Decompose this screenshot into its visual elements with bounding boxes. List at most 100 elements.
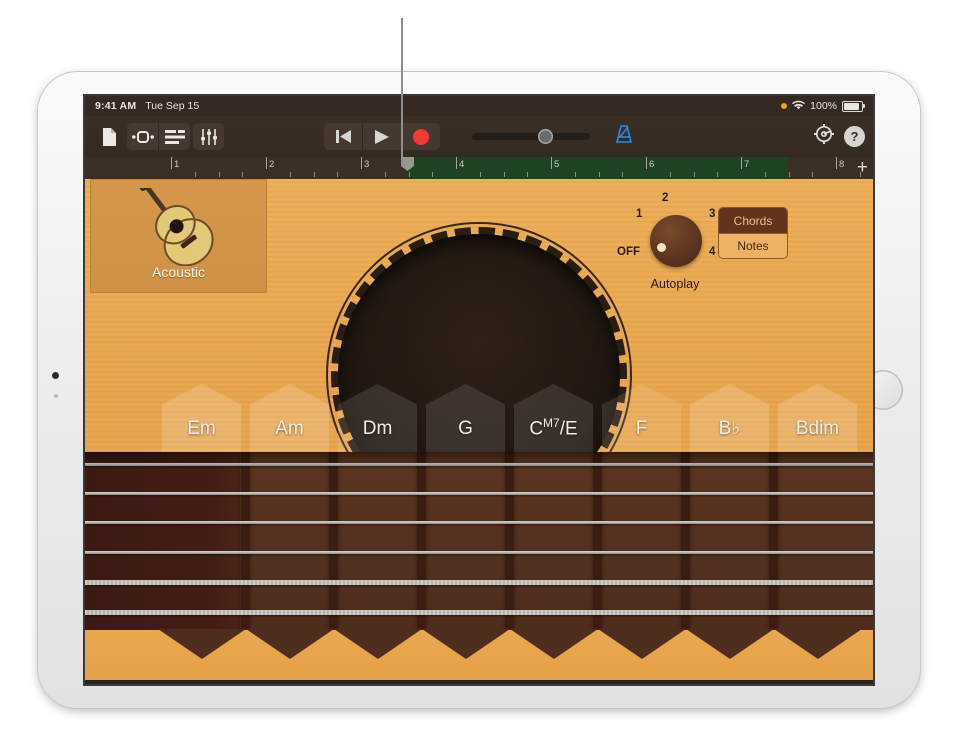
ambient-sensor [54, 394, 58, 398]
callout-pointer-line [401, 18, 403, 166]
fret-divider [769, 452, 778, 630]
autoplay-control: 2 1 3 OFF 4 Autoplay [615, 189, 735, 291]
autoplay-knob[interactable] [650, 215, 702, 267]
main-toolbar: ? [85, 116, 873, 157]
gear-icon[interactable] [814, 124, 834, 149]
chord-label: F [636, 418, 648, 452]
ruler-bar-number: 6 [646, 159, 654, 170]
chord-button[interactable]: Dm [338, 384, 417, 452]
smart-guitar-instrument: Acoustic 2 1 3 OFF 4 Autoplay Chords [85, 179, 873, 684]
ruler-bar-number: 3 [361, 159, 369, 170]
autoplay-label-off: OFF [617, 246, 640, 258]
body-chevron [422, 629, 510, 659]
body-chevron [510, 629, 598, 659]
status-bar: 9:41 AM Tue Sep 15 100% [85, 96, 873, 116]
fret-divider [417, 452, 426, 630]
loop-browser-icon[interactable] [127, 123, 159, 150]
ruler-subtick [195, 172, 196, 177]
chords-notes-switch: Chords Notes [718, 207, 788, 259]
play-button[interactable] [363, 123, 402, 150]
timeline-ruler[interactable]: 1 2 3 4 5 6 7 8 + [85, 157, 873, 179]
body-chevron [598, 629, 686, 659]
help-label: ? [851, 129, 859, 144]
battery-percent-label: 100% [810, 100, 837, 112]
orange-dot-icon [781, 103, 787, 109]
status-date: Tue Sep 15 [145, 100, 199, 112]
playhead[interactable] [401, 157, 415, 179]
ruler-subtick [290, 172, 291, 177]
record-button[interactable] [402, 123, 440, 150]
chord-label: Dm [363, 418, 393, 452]
autoplay-label-2: 2 [662, 192, 668, 204]
fretboard[interactable] [85, 452, 873, 630]
ruler-bar-number: 8 [836, 159, 844, 170]
ruler-bar-number: 7 [741, 159, 749, 170]
chord-label: G [458, 418, 473, 452]
ruler-subtick [527, 172, 528, 177]
wifi-icon [792, 100, 805, 113]
ruler-subtick [670, 172, 671, 177]
guitar-string[interactable] [85, 463, 873, 466]
chord-button[interactable]: F [602, 384, 681, 452]
mixer-settings-icon[interactable] [193, 123, 224, 150]
autoplay-label-3: 3 [709, 208, 715, 220]
chord-label: Am [275, 418, 304, 452]
chord-button[interactable]: B♭ [690, 384, 769, 452]
fret-divider [593, 452, 602, 630]
transport-controls [324, 123, 634, 150]
document-icon[interactable] [93, 123, 124, 150]
ruler-bar-number: 1 [171, 159, 179, 170]
fret-divider [505, 452, 514, 630]
chord-label: B♭ [719, 417, 741, 452]
track-view-icon[interactable] [159, 123, 190, 150]
acoustic-guitar-icon [119, 188, 239, 271]
guitar-string[interactable] [85, 610, 873, 615]
body-chevron [246, 629, 334, 659]
body-chevron [686, 629, 774, 659]
metronome-icon[interactable] [614, 125, 634, 148]
guitar-string[interactable] [85, 580, 873, 585]
status-time: 9:41 AM [95, 100, 136, 112]
guitar-string[interactable] [85, 492, 873, 495]
chord-strip: Em Am Dm G CM7/E F B♭ Bdim [85, 384, 873, 452]
instrument-preset-card[interactable]: Acoustic [90, 179, 267, 293]
master-volume-slider[interactable] [472, 133, 590, 140]
battery-icon [842, 101, 863, 112]
guitar-string[interactable] [85, 551, 873, 554]
chord-button[interactable]: Bdim [778, 384, 857, 452]
autoplay-knob-indicator [657, 243, 666, 252]
body-chevron [774, 629, 862, 659]
ruler-subtick [504, 172, 505, 177]
chords-mode-button[interactable]: Chords [719, 208, 787, 233]
ruler-bar-number: 4 [456, 159, 464, 170]
ruler-bar-number: 5 [551, 159, 559, 170]
master-volume-knob[interactable] [538, 129, 553, 144]
ruler-subtick [717, 172, 718, 177]
ruler-subtick [337, 172, 338, 177]
front-camera [52, 372, 59, 379]
ruler-subtick [314, 172, 315, 177]
fret-divider [241, 452, 250, 630]
ruler-subtick [385, 172, 386, 177]
ruler-bar-number: 2 [266, 159, 274, 170]
add-track-button[interactable]: + [857, 158, 868, 177]
help-icon[interactable]: ? [844, 126, 865, 147]
chord-button[interactable]: G [426, 384, 505, 452]
rewind-button[interactable] [324, 123, 363, 150]
notes-mode-button[interactable]: Notes [719, 233, 787, 258]
chord-label: CM7/E [529, 416, 577, 452]
ruler-subtick [622, 172, 623, 177]
ruler-subtick [789, 172, 790, 177]
chord-button[interactable]: Am [250, 384, 329, 452]
ipad-device: 9:41 AM Tue Sep 15 100% [38, 72, 920, 708]
autoplay-label-4: 4 [709, 246, 715, 258]
chord-button[interactable]: Em [162, 384, 241, 452]
instrument-preset-label: Acoustic [152, 264, 205, 280]
ipad-screen: 9:41 AM Tue Sep 15 100% [85, 96, 873, 684]
guitar-string[interactable] [85, 521, 873, 524]
ruler-subtick [432, 172, 433, 177]
fretboard-nut [85, 452, 240, 630]
ruler-subtick [765, 172, 766, 177]
guitar-body-bottom [85, 630, 873, 684]
chord-button[interactable]: CM7/E [514, 384, 593, 452]
